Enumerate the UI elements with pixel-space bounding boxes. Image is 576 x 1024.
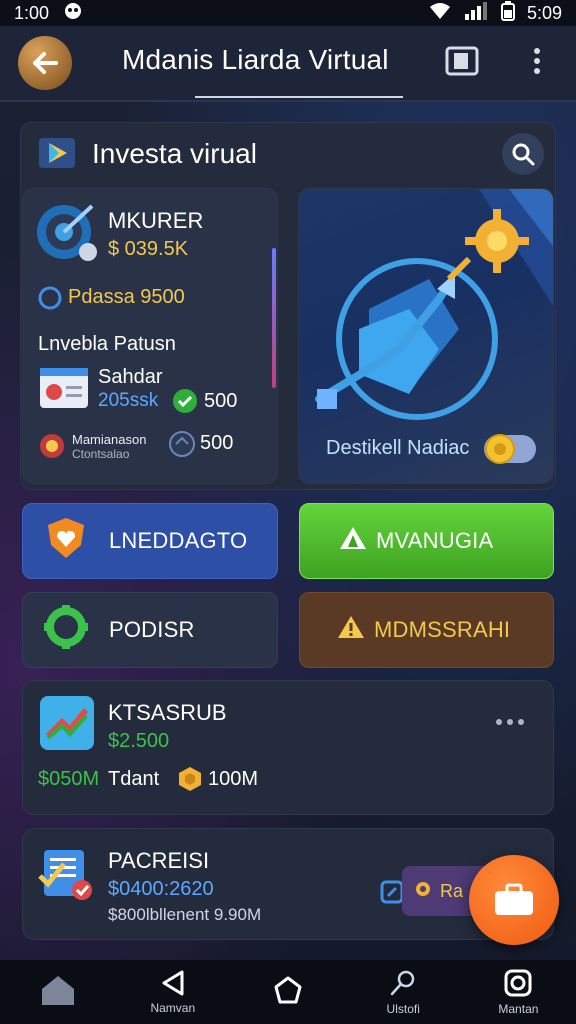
item-name: Sahdar	[98, 366, 163, 388]
home-icon	[41, 976, 74, 1005]
status-time-right: 5:09	[526, 2, 562, 23]
hexagon-coin-icon	[176, 765, 204, 798]
pentagon-home-icon	[274, 976, 302, 1004]
coin-toggle-icon[interactable]	[482, 431, 538, 472]
list-item-amount: $0400:2620	[108, 878, 214, 900]
globe-icon	[168, 430, 196, 463]
scroll-indicator	[272, 248, 276, 388]
document-icon	[38, 366, 90, 415]
warning-icon	[336, 614, 366, 646]
tag-label: Ra	[440, 880, 464, 901]
shield-small-icon	[38, 286, 62, 315]
play-store-icon	[38, 137, 76, 169]
list-item-meta-right: 100M	[208, 768, 259, 790]
alert-icon	[38, 432, 66, 465]
portfolio-heading: MKURER	[108, 208, 204, 233]
green-action-button[interactable]: MVANUGIA	[299, 503, 554, 579]
wifi-icon	[429, 2, 451, 25]
floating-action-button[interactable]	[469, 855, 559, 945]
check-badge-icon	[172, 388, 198, 419]
nav-home[interactable]	[0, 960, 115, 1024]
checklist-icon	[38, 846, 96, 909]
panel-title: Investa virual	[92, 138, 257, 169]
footer-value: 500	[200, 432, 234, 454]
footer-line-1: Mamianason	[72, 432, 147, 447]
camera-icon	[504, 969, 532, 997]
nav-search[interactable]: Ulstofi	[346, 960, 461, 1024]
back-button[interactable]	[18, 36, 72, 90]
nav-label: Ulstofi	[386, 1002, 420, 1016]
search-icon	[512, 143, 535, 166]
list-item-title: KTSASRUB	[108, 700, 227, 725]
list-item-meta-left: $050M	[38, 768, 100, 790]
triangle-warning-icon	[338, 525, 368, 557]
nav-label: Namvan	[150, 1001, 196, 1015]
arrow-left-icon	[33, 52, 58, 74]
page-title: Mdanis Liarda Virtual	[122, 44, 389, 75]
app-header: Mdanis Liarda Virtual	[0, 26, 576, 102]
chart-growth-icon	[38, 694, 96, 757]
nav-profile[interactable]: Mantan	[461, 960, 576, 1024]
blue-action-button[interactable]: LNEDDAGTO	[22, 503, 278, 579]
title-underline	[195, 96, 403, 98]
nav-center[interactable]	[230, 960, 345, 1024]
list-item-title: PACREISI	[108, 848, 210, 873]
item-value: 205ssk	[98, 390, 159, 411]
portfolio-amount: $ 039.5K	[108, 238, 189, 260]
blue-button-label: LNEDDAGTO	[109, 528, 248, 553]
gear-icon	[412, 878, 434, 905]
portfolio-stat: Pdassa 9500	[68, 286, 185, 308]
magnifier-icon	[390, 970, 415, 996]
brown-button-label: MDMSSRAHI	[374, 617, 511, 642]
list-item-meta: $800lbllenent 9.90M	[108, 905, 262, 924]
signal-icon	[463, 1, 489, 25]
edit-icon[interactable]	[380, 880, 404, 909]
dark-action-button[interactable]: PODISR	[22, 592, 278, 668]
briefcase-icon	[495, 883, 533, 915]
item-badge-value: 500	[204, 390, 238, 412]
battery-icon	[500, 0, 515, 26]
target-icon	[34, 200, 100, 271]
bottom-navigation: Namvan Ulstofi Mantan	[0, 960, 576, 1024]
section-label: Lnvebla Patusn	[38, 333, 176, 355]
nav-label: Mantan	[498, 1002, 539, 1016]
brown-action-button[interactable]: MDMSSRAHI	[299, 592, 554, 668]
status-bar: 1:00 5:09	[0, 0, 576, 26]
list-item-amount: $2.500	[108, 730, 170, 752]
tablet-icon[interactable]	[444, 44, 480, 83]
green-button-label: MVANUGIA	[376, 528, 494, 553]
list-item[interactable]	[22, 680, 554, 815]
refresh-gear-icon	[43, 604, 89, 656]
footer-line-2: Ctontsalao	[72, 447, 130, 461]
back-triangle-icon	[162, 970, 184, 996]
nav-back[interactable]: Namvan	[115, 960, 230, 1024]
dark-button-label: PODISR	[109, 617, 195, 642]
notification-icon	[63, 1, 83, 26]
shield-heart-icon	[43, 515, 89, 567]
more-vertical-icon[interactable]	[530, 44, 544, 83]
list-item-meta-mid: Tdant	[108, 768, 160, 790]
more-horizontal-icon[interactable]	[494, 714, 526, 732]
status-time: 1:00	[14, 2, 50, 23]
feature-caption: Destikell Nadiac	[326, 437, 470, 459]
search-button[interactable]	[502, 133, 544, 175]
